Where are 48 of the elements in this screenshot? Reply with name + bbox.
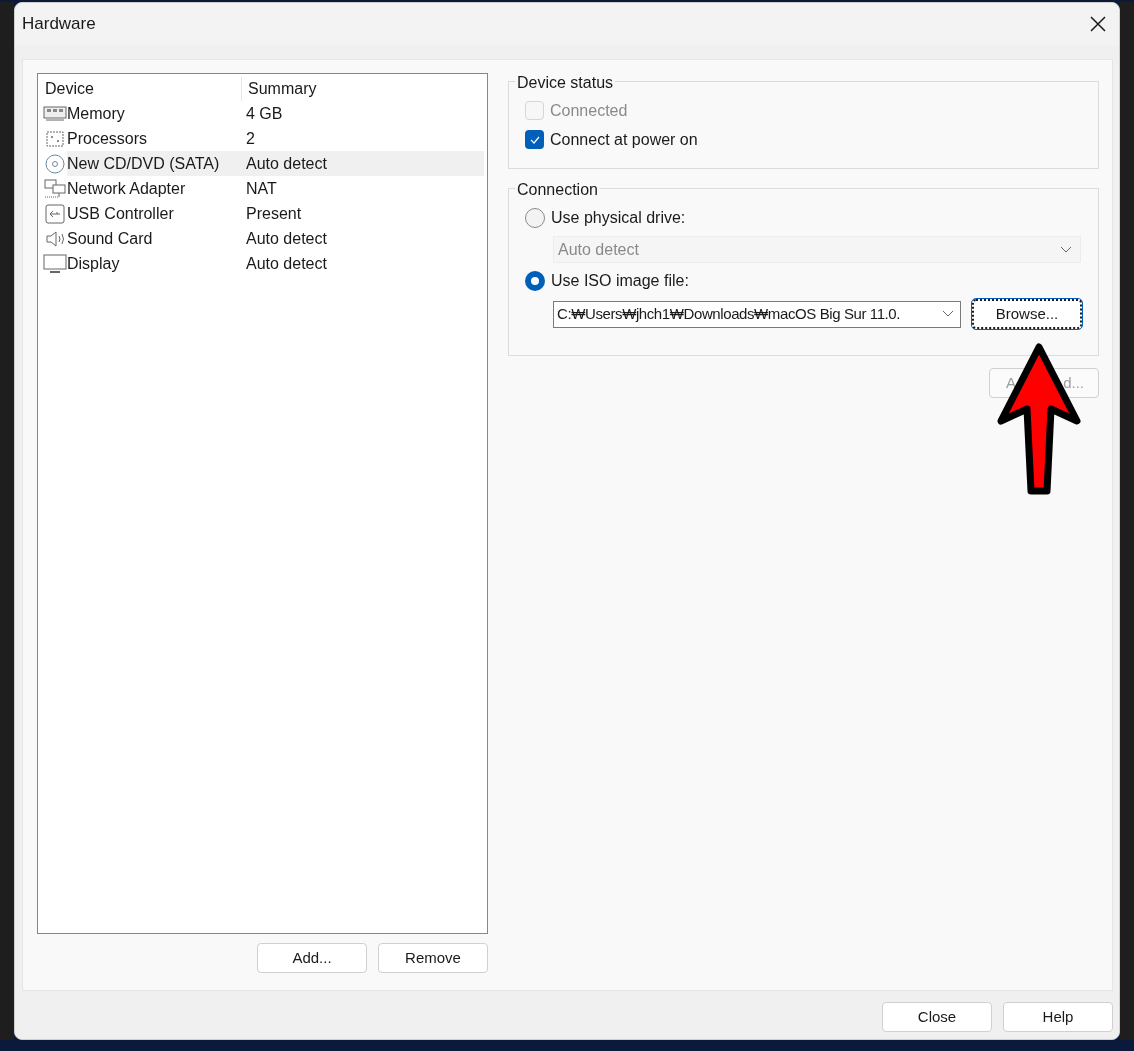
radio-button[interactable] — [525, 270, 545, 291]
iso-path-field[interactable]: C:₩Users₩jhch1₩Downloads₩macOS Big Sur 11.0. — [553, 300, 961, 328]
device-row[interactable]: USB Controller Present — [67, 201, 484, 226]
memory-icon — [43, 103, 67, 124]
window-title: Hardware — [22, 13, 96, 36]
device-name: Processors — [67, 128, 149, 149]
close-button[interactable]: Close — [882, 1002, 992, 1032]
usb-icon — [43, 203, 67, 224]
device-row[interactable]: Processors 2 — [67, 126, 484, 151]
help-button[interactable]: Help — [1003, 1002, 1113, 1032]
radio-button[interactable] — [525, 207, 545, 228]
chevron-down-icon — [1060, 245, 1072, 254]
add-button[interactable]: Add... — [257, 943, 367, 973]
monitor-icon — [43, 253, 67, 274]
dropdown-value: Auto detect — [558, 239, 639, 260]
device-name: USB Controller — [67, 203, 175, 224]
radio-label: Use ISO image file: — [551, 270, 689, 291]
device-row[interactable]: Sound Card Auto detect — [67, 226, 484, 251]
device-name: Network Adapter — [67, 178, 187, 199]
device-summary: 4 GB — [246, 103, 283, 124]
device-row[interactable]: Network Adapter NAT — [67, 176, 484, 201]
remove-button[interactable]: Remove — [378, 943, 488, 973]
device-summary: 2 — [246, 128, 255, 149]
chevron-down-icon — [942, 310, 954, 318]
device-summary: NAT — [246, 178, 277, 199]
arrow-icon — [997, 343, 1081, 497]
device-summary: Auto detect — [246, 253, 327, 274]
device-summary: Auto detect — [246, 228, 327, 249]
device-name: Memory — [67, 103, 126, 124]
device-row[interactable]: New CD/DVD (SATA) Auto detect — [67, 151, 484, 176]
checkmark-icon — [529, 135, 540, 144]
speaker-icon — [43, 228, 67, 249]
device-row[interactable]: Memory 4 GB — [67, 101, 484, 126]
radio-label: Use physical drive: — [551, 207, 686, 228]
column-header[interactable]: Device — [38, 76, 242, 101]
device-row[interactable]: Display Auto detect — [67, 251, 484, 276]
checkbox-label: Connected — [550, 100, 628, 121]
browse-button[interactable]: Browse... — [972, 299, 1082, 329]
disc-icon — [43, 153, 67, 174]
checkbox-label: Connect at power on — [550, 129, 698, 150]
column-header[interactable]: Summary — [242, 76, 317, 101]
device-name: Sound Card — [67, 228, 154, 249]
device-summary: Present — [246, 203, 302, 224]
device-name: Display — [67, 253, 121, 274]
device-summary: Auto detect — [246, 153, 327, 174]
network-icon — [43, 178, 67, 199]
device-name: New CD/DVD (SATA) — [67, 153, 221, 174]
checkbox[interactable] — [525, 130, 544, 149]
